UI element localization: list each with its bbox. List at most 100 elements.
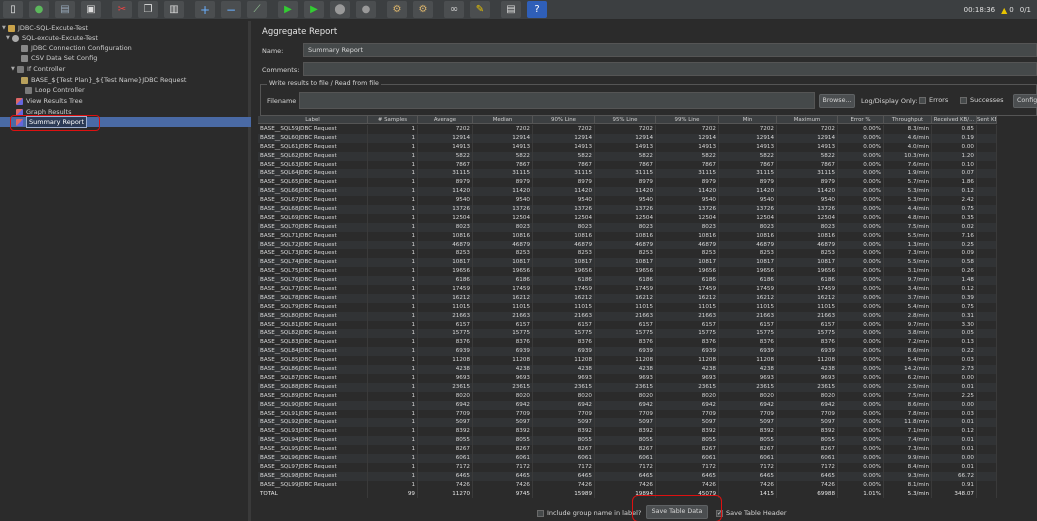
- name-field[interactable]: Summary Report: [303, 43, 1037, 57]
- table-row[interactable]: BASE__SQL63JDBC Request 1 7867 7867 7867 7867…: [258, 160, 997, 170]
- table-row[interactable]: BASE__SQL92JDBC Request 1 5097 5097 5097 5097…: [258, 418, 997, 428]
- save-table-header-checkbox[interactable]: ✓ Save Table Header: [716, 509, 787, 517]
- table-row[interactable]: BASE__SQL60JDBC Request 1 12914 12914 12914 1…: [258, 133, 997, 143]
- stop-icon[interactable]: ⬤: [330, 1, 350, 18]
- include-group-checkbox-box[interactable]: [537, 509, 544, 517]
- table-row[interactable]: BASE__SQL97JDBC Request 1 7172 7172 7172 7172…: [258, 462, 997, 472]
- table-row[interactable]: BASE__SQL67JDBC Request 1 9540 9540 9540 9540…: [258, 196, 997, 206]
- paste-icon[interactable]: ▥: [164, 1, 184, 18]
- table-row[interactable]: BASE__SQL78JDBC Request 1 16212 16212 16212 1…: [258, 293, 997, 303]
- table-row[interactable]: BASE__SQL74JDBC Request 1 10817 10817 10817 1…: [258, 258, 997, 268]
- tree-node-thread-group[interactable]: ▼ SQL-excute-Excute-Test: [6, 33, 98, 43]
- errors-checkbox[interactable]: Errors: [919, 96, 948, 104]
- table-row[interactable]: BASE__SQL79JDBC Request 1 11015 11015 11015 1…: [258, 302, 997, 312]
- clear-icon[interactable]: ⚙: [387, 1, 407, 18]
- tree-node-loop-controller[interactable]: Loop Controller: [25, 85, 85, 95]
- open-icon[interactable]: ▤: [55, 1, 75, 18]
- column-header[interactable]: Throughput: [884, 116, 932, 124]
- table-row[interactable]: BASE__SQL72JDBC Request 1 46879 46879 46879 4…: [258, 240, 997, 250]
- copy-icon[interactable]: ❐: [138, 1, 158, 18]
- new-icon[interactable]: ▯: [3, 1, 23, 18]
- table-row[interactable]: BASE__SQL98JDBC Request 1 6465 6465 6465 6465…: [258, 471, 997, 481]
- table-row[interactable]: BASE__SQL90JDBC Request 1 6942 6942 6942 6942…: [258, 400, 997, 410]
- table-row[interactable]: BASE__SQL69JDBC Request 1 12504 12504 12504 1…: [258, 213, 997, 223]
- table-row[interactable]: BASE__SQL68JDBC Request 1 13726 13726 13726 1…: [258, 205, 997, 214]
- save-icon[interactable]: ▣: [81, 1, 101, 18]
- table-row[interactable]: BASE__SQL88JDBC Request 1 23615 23615 23615 2…: [258, 382, 997, 392]
- table-row[interactable]: BASE__SQL80JDBC Request 1 21663 21663 21663 2…: [258, 311, 997, 321]
- filename-input[interactable]: [299, 92, 815, 109]
- table-row[interactable]: BASE__SQL61JDBC Request 1 14913 14913 14913 1…: [258, 142, 997, 152]
- table-row[interactable]: BASE__SQL65JDBC Request 1 8979 8979 8979 8979…: [258, 178, 997, 188]
- column-header[interactable]: Error %: [838, 116, 884, 124]
- table-row[interactable]: BASE__SQL85JDBC Request 1 11208 11208 11208 1…: [258, 356, 997, 366]
- results-table[interactable]: Label # Samples Average Median 90% Line 95% L…: [258, 116, 1037, 500]
- column-header[interactable]: Received KB/...: [932, 116, 977, 124]
- errors-checkbox-box[interactable]: [919, 96, 926, 104]
- search-icon[interactable]: ∞: [444, 1, 464, 18]
- configure-button[interactable]: Configure: [1013, 94, 1037, 108]
- table-row[interactable]: BASE__SQL81JDBC Request 1 6157 6157 6157 6157…: [258, 320, 997, 330]
- column-header[interactable]: Average: [418, 116, 473, 124]
- table-total-row[interactable]: TOTAL 99 11270 9745 15989 19894 45079 1415 69988…: [258, 489, 997, 499]
- table-row[interactable]: BASE__SQL84JDBC Request 1 6939 6939 6939 6939…: [258, 347, 997, 357]
- table-cell: 0.12: [932, 285, 977, 294]
- table-row[interactable]: BASE__SQL66JDBC Request 1 11420 11420 11420 1…: [258, 187, 997, 197]
- tree-node-csv-config[interactable]: CSV Data Set Config: [21, 53, 97, 63]
- column-header[interactable]: Label: [258, 116, 368, 124]
- collapse-icon[interactable]: −: [221, 1, 241, 18]
- tree-node-if-controller[interactable]: ▼ If Controller: [11, 64, 65, 74]
- table-row[interactable]: BASE__SQL99JDBC Request 1 7426 7426 7426 7426…: [258, 480, 997, 490]
- column-header[interactable]: Median: [473, 116, 533, 124]
- table-row[interactable]: BASE__SQL95JDBC Request 1 8267 8267 8267 8267…: [258, 445, 997, 454]
- shutdown-icon[interactable]: ●: [356, 1, 376, 18]
- table-row[interactable]: BASE__SQL94JDBC Request 1 8055 8055 8055 8055…: [258, 436, 997, 446]
- clear-all-icon[interactable]: ⚙: [413, 1, 433, 18]
- cut-icon[interactable]: ✂: [112, 1, 132, 18]
- table-row[interactable]: BASE__SQL82JDBC Request 1 15775 15775 15775 1…: [258, 329, 997, 339]
- column-header[interactable]: 99% Line: [656, 116, 719, 124]
- tree-node-view-results-tree[interactable]: View Results Tree: [16, 96, 83, 106]
- help-icon[interactable]: ?: [527, 1, 547, 18]
- expand-icon[interactable]: +: [195, 1, 215, 18]
- table-row[interactable]: BASE__SQL96JDBC Request 1 6061 6061 6061 6061…: [258, 453, 997, 463]
- include-group-checkbox[interactable]: Include group name in label?: [537, 509, 641, 517]
- table-row[interactable]: BASE__SQL73JDBC Request 1 8253 8253 8253 8253…: [258, 249, 997, 259]
- table-row[interactable]: BASE__SQL76JDBC Request 1 6186 6186 6186 6186…: [258, 276, 997, 286]
- table-cell: [977, 489, 997, 499]
- table-row[interactable]: BASE__SQL71JDBC Request 1 10816 10816 10816 1…: [258, 231, 997, 241]
- reset-search-icon[interactable]: ✎: [470, 1, 490, 18]
- start-no-pause-icon[interactable]: ▶: [304, 1, 324, 18]
- start-icon[interactable]: ▶: [278, 1, 298, 18]
- column-header[interactable]: Maximum: [777, 116, 838, 124]
- table-row[interactable]: BASE__SQL87JDBC Request 1 9693 9693 9693 9693…: [258, 373, 997, 383]
- table-row[interactable]: BASE__SQL86JDBC Request 1 4238 4238 4238 4238…: [258, 365, 997, 374]
- successes-checkbox[interactable]: Successes: [960, 96, 1004, 104]
- table-row[interactable]: BASE__SQL89JDBC Request 1 8020 8020 8020 8020…: [258, 391, 997, 401]
- templates-icon[interactable]: ●: [29, 1, 49, 18]
- table-row[interactable]: BASE__SQL64JDBC Request 1 31115 31115 31115 3…: [258, 169, 997, 179]
- table-row[interactable]: BASE__SQL59JDBC Request 1 7202 7202 7202 7202…: [258, 125, 997, 134]
- warning-icon[interactable]: ▲: [1001, 6, 1007, 15]
- table-row[interactable]: BASE__SQL83JDBC Request 1 8376 8376 8376 8376…: [258, 338, 997, 348]
- function-helper-icon[interactable]: ▤: [501, 1, 521, 18]
- toggle-icon[interactable]: ⟋: [247, 1, 267, 18]
- column-header[interactable]: Sent KB/...: [977, 116, 997, 124]
- table-row[interactable]: BASE__SQL62JDBC Request 1 5822 5822 5822 5822…: [258, 151, 997, 161]
- table-row[interactable]: BASE__SQL75JDBC Request 1 19656 19656 19656 1…: [258, 267, 997, 277]
- column-header[interactable]: 95% Line: [595, 116, 656, 124]
- comments-field[interactable]: [303, 62, 1037, 76]
- table-row[interactable]: BASE__SQL93JDBC Request 1 8392 8392 8392 8392…: [258, 427, 997, 437]
- table-row[interactable]: BASE__SQL70JDBC Request 1 8023 8023 8023 8023…: [258, 222, 997, 232]
- column-header[interactable]: Min: [719, 116, 777, 124]
- table-cell: 7.6/min: [884, 160, 932, 170]
- successes-checkbox-box[interactable]: [960, 96, 967, 104]
- column-header[interactable]: # Samples: [368, 116, 418, 124]
- table-row[interactable]: BASE__SQL77JDBC Request 1 17459 17459 17459 1…: [258, 285, 997, 294]
- table-row[interactable]: BASE__SQL91JDBC Request 1 7709 7709 7709 7709…: [258, 409, 997, 419]
- tree-node-jdbc-config[interactable]: JDBC Connection Configuration: [21, 43, 132, 53]
- tree-node-test-plan[interactable]: ▼ JDBC-SQL-Excute-Test: [2, 23, 88, 33]
- column-header[interactable]: 90% Line: [533, 116, 595, 124]
- tree-node-jdbc-request[interactable]: BASE_${Test Plan}_${Test Name}JDBC Reque…: [21, 75, 186, 85]
- browse-button[interactable]: Browse...: [819, 94, 855, 108]
